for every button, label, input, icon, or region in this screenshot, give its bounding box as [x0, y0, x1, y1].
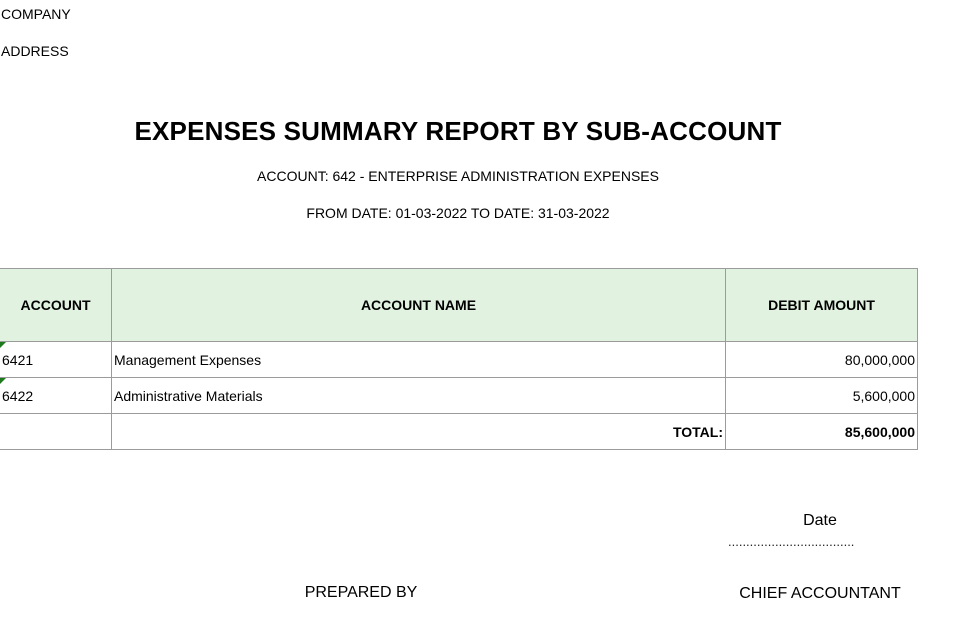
signature-date-label: Date: [803, 512, 837, 529]
account-cell[interactable]: 6421: [0, 341, 112, 378]
address-label: ADDRESS: [1, 43, 69, 59]
report-account-line: ACCOUNT: 642 - ENTERPRISE ADMINISTRATION…: [257, 168, 659, 184]
prepared-by-label: PREPARED BY: [304, 584, 418, 601]
account-code: 6422: [2, 387, 34, 404]
expenses-table: ACCOUNT ACCOUNT NAME DEBIT AMOUNT 6421 M…: [0, 268, 918, 450]
column-header-account: ACCOUNT: [0, 268, 112, 342]
total-row: TOTAL: 85,600,000: [0, 413, 918, 450]
cell-marker-icon: [0, 378, 6, 384]
column-header-account-name: ACCOUNT NAME: [111, 268, 726, 342]
debit-amount-cell[interactable]: 80,000,000: [725, 341, 918, 378]
account-name-cell[interactable]: Administrative Materials: [111, 377, 726, 414]
company-label: COMPANY: [1, 6, 71, 22]
report-date-range: FROM DATE: 01-03-2022 TO DATE: 31-03-202…: [306, 205, 610, 221]
debit-amount-cell[interactable]: 5,600,000: [725, 377, 918, 414]
account-cell[interactable]: 6422: [0, 377, 112, 414]
signature-date-dots: ...................................: [728, 534, 855, 549]
account-name-cell[interactable]: Management Expenses: [111, 341, 726, 378]
table-row: 6421 Management Expenses 80,000,000: [0, 341, 918, 378]
column-header-debit-amount: DEBIT AMOUNT: [725, 268, 918, 342]
total-value[interactable]: 85,600,000: [725, 413, 918, 450]
cell-marker-icon: [0, 342, 6, 348]
table-header-row: ACCOUNT ACCOUNT NAME DEBIT AMOUNT: [0, 268, 918, 342]
total-label: TOTAL:: [111, 413, 726, 450]
account-code: 6421: [2, 351, 34, 368]
chief-accountant-label: CHIEF ACCOUNTANT: [739, 585, 901, 602]
table-row: 6422 Administrative Materials 5,600,000: [0, 377, 918, 414]
report-title: EXPENSES SUMMARY REPORT BY SUB-ACCOUNT: [134, 116, 782, 146]
total-blank-cell[interactable]: [0, 413, 112, 450]
